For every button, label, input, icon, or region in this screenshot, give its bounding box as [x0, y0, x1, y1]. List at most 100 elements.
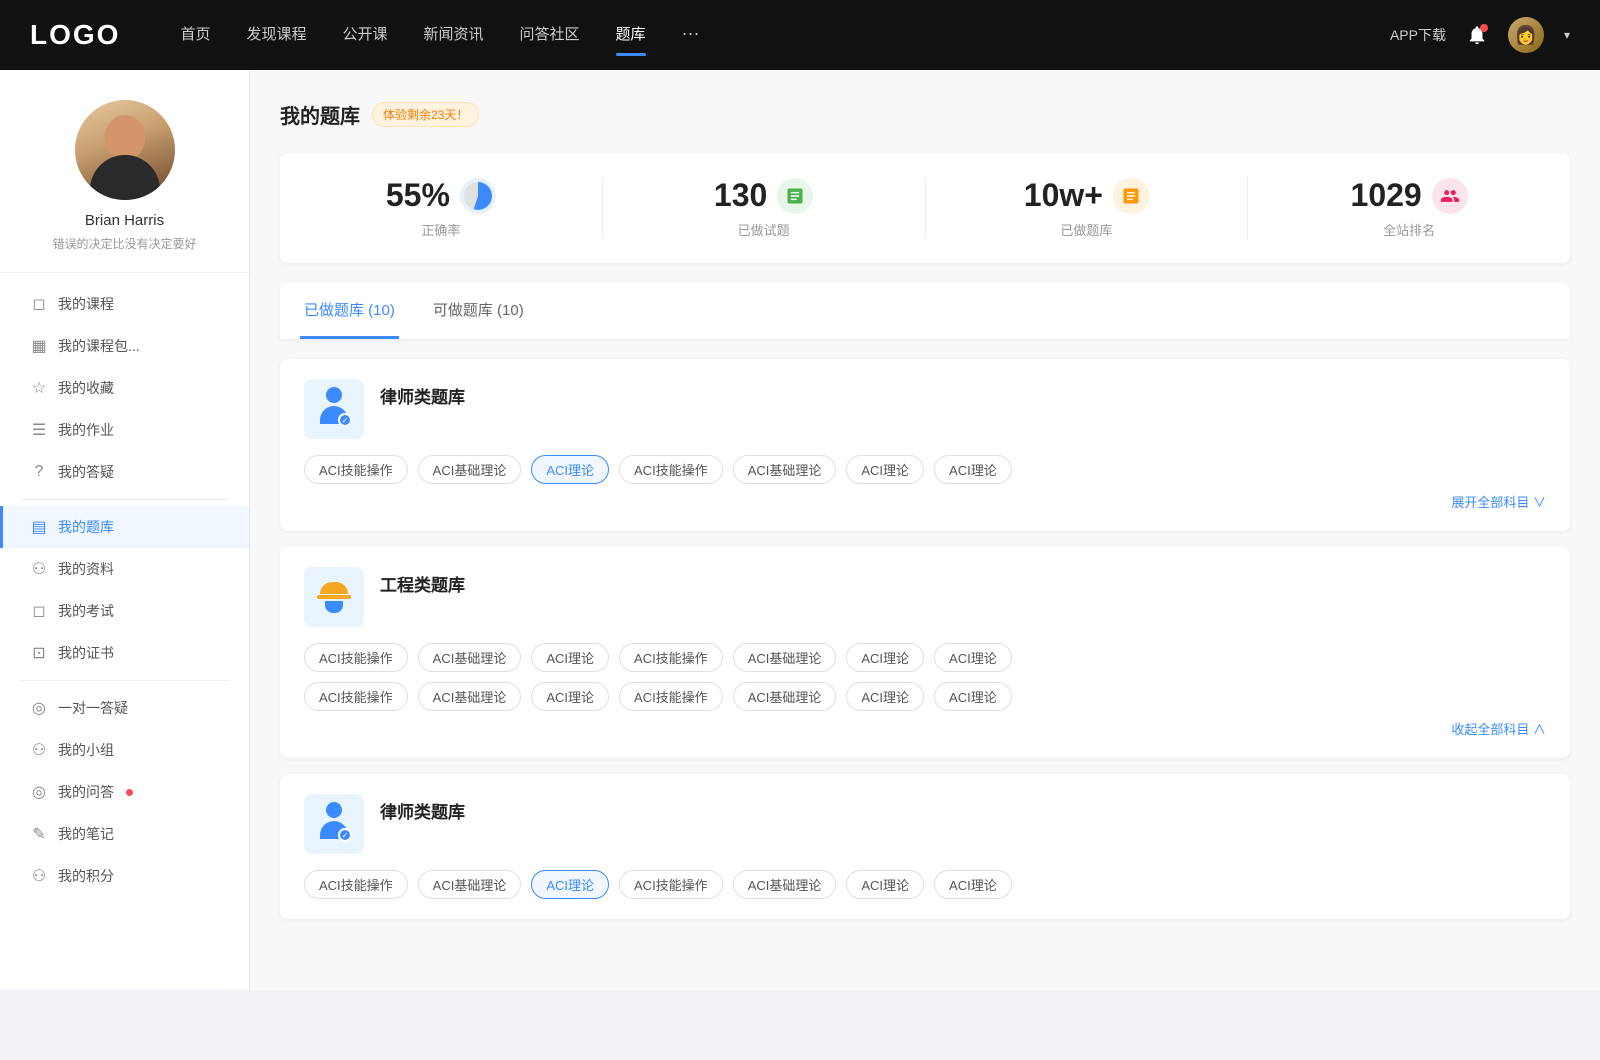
tag-2-11[interactable]: ACI技能操作	[619, 682, 723, 711]
logo: LOGO	[30, 19, 120, 51]
stat-ranking: 1029 全站排名	[1248, 177, 1570, 239]
sidebar-item-exam[interactable]: ◻ 我的考试	[0, 590, 249, 632]
sidebar-item-favorites[interactable]: ☆ 我的收藏	[0, 367, 249, 409]
stat-label-accuracy: 正确率	[300, 220, 582, 239]
tag-2-1[interactable]: ACI技能操作	[304, 643, 408, 672]
tag-1-5[interactable]: ACI基础理论	[733, 455, 837, 484]
lawyer-icon-wrap-1: ✓	[304, 379, 364, 439]
tag-3-6[interactable]: ACI理论	[846, 870, 924, 899]
tag-1-7[interactable]: ACI理论	[934, 455, 1012, 484]
bank-header-1: ✓ 律师类题库	[304, 379, 1546, 439]
main-layout: Brian Harris 错误的决定比没有决定要好 ◻ 我的课程 ▦ 我的课程包…	[0, 70, 1600, 990]
stat-value-ranking: 1029	[1351, 177, 1422, 214]
stat-label-done: 已做试题	[623, 220, 905, 239]
tag-3-3[interactable]: ACI理论	[531, 870, 609, 899]
nav-news[interactable]: 新闻资讯	[424, 23, 484, 48]
tag-2-4[interactable]: ACI技能操作	[619, 643, 723, 672]
exam-icon: ◻	[30, 602, 48, 620]
tag-2-14[interactable]: ACI理论	[934, 682, 1012, 711]
bank-card-lawyer-1: ✓ 律师类题库 ACI技能操作 ACI基础理论 ACI理论 ACI技能操作 AC…	[280, 359, 1570, 531]
tag-2-5[interactable]: ACI基础理论	[733, 643, 837, 672]
notification-dot	[1480, 24, 1488, 32]
user-avatar[interactable]: 👩	[1508, 17, 1544, 53]
sidebar-item-certificate[interactable]: ⊡ 我的证书	[0, 632, 249, 674]
tag-2-9[interactable]: ACI基础理论	[418, 682, 522, 711]
person-head-3	[326, 802, 342, 818]
sidebar-item-groups[interactable]: ⚇ 我的小组	[0, 729, 249, 771]
ranking-icon	[1432, 178, 1468, 214]
nav-question-bank[interactable]: 题库	[616, 23, 646, 48]
stat-accuracy: 55% 正确率	[280, 177, 603, 239]
tag-1-1[interactable]: ACI技能操作	[304, 455, 408, 484]
engineer-icon	[312, 575, 356, 619]
tag-3-1[interactable]: ACI技能操作	[304, 870, 408, 899]
bank-card-lawyer-2: ✓ 律师类题库 ACI技能操作 ACI基础理论 ACI理论 ACI技能操作 AC…	[280, 774, 1570, 919]
notification-bell[interactable]	[1466, 24, 1488, 46]
tag-3-4[interactable]: ACI技能操作	[619, 870, 723, 899]
tag-2-12[interactable]: ACI基础理论	[733, 682, 837, 711]
tag-2-2[interactable]: ACI基础理论	[418, 643, 522, 672]
sidebar-item-my-course[interactable]: ◻ 我的课程	[0, 283, 249, 325]
tag-2-6[interactable]: ACI理论	[846, 643, 924, 672]
nav-open-course[interactable]: 公开课	[342, 23, 387, 48]
tag-2-7[interactable]: ACI理论	[934, 643, 1012, 672]
tag-1-4[interactable]: ACI技能操作	[619, 455, 723, 484]
stat-value-banks: 10w+	[1024, 177, 1103, 214]
bank-header-2: 工程类题库	[304, 567, 1546, 627]
sidebar-item-notes[interactable]: ✎ 我的笔记	[0, 813, 249, 855]
tab-available-banks[interactable]: 可做题库 (10)	[429, 283, 528, 339]
person-badge-3: ✓	[338, 828, 352, 842]
sidebar-item-materials[interactable]: ⚇ 我的资料	[0, 548, 249, 590]
tag-2-10[interactable]: ACI理论	[531, 682, 609, 711]
nav-discover[interactable]: 发现课程	[246, 23, 306, 48]
sidebar-item-points[interactable]: ⚇ 我的积分	[0, 855, 249, 897]
user-name: Brian Harris	[20, 212, 229, 229]
main-content: 我的题库 体验剩余23天！ 55% 正确率 130	[250, 70, 1600, 990]
lawyer-icon-wrap-2: ✓	[304, 794, 364, 854]
nav-home[interactable]: 首页	[180, 23, 210, 48]
menu-divider-1	[20, 499, 229, 500]
stat-done-banks: 10w+ 已做题库	[926, 177, 1249, 239]
sidebar-item-course-pack[interactable]: ▦ 我的课程包...	[0, 325, 249, 367]
sidebar-item-my-qa[interactable]: ◎ 我的问答	[0, 771, 249, 813]
tag-3-7[interactable]: ACI理论	[934, 870, 1012, 899]
notes-icon: ✎	[30, 825, 48, 843]
nav-qa[interactable]: 问答社区	[520, 23, 580, 48]
points-icon: ⚇	[30, 867, 48, 885]
tag-2-3[interactable]: ACI理论	[531, 643, 609, 672]
accuracy-icon	[460, 178, 496, 214]
bank-card-engineer: 工程类题库 ACI技能操作 ACI基础理论 ACI理论 ACI技能操作 ACI基…	[280, 547, 1570, 758]
expand-link-1[interactable]: 展开全部科目 ∨	[304, 492, 1546, 511]
nav-more[interactable]: ···	[682, 23, 700, 48]
pie-chart	[464, 182, 492, 210]
tags-row-lawyer-1: ACI技能操作 ACI基础理论 ACI理论 ACI技能操作 ACI基础理论 AC…	[304, 455, 1546, 484]
user-profile: Brian Harris 错误的决定比没有决定要好	[0, 100, 249, 273]
sidebar: Brian Harris 错误的决定比没有决定要好 ◻ 我的课程 ▦ 我的课程包…	[0, 70, 250, 990]
stat-top-accuracy: 55%	[300, 177, 582, 214]
sidebar-item-one-on-one[interactable]: ◎ 一对一答疑	[0, 687, 249, 729]
sidebar-item-question-bank[interactable]: ▤ 我的题库	[0, 506, 249, 548]
tag-2-13[interactable]: ACI理论	[846, 682, 924, 711]
stat-label-ranking: 全站排名	[1268, 220, 1550, 239]
sidebar-item-homework[interactable]: ☰ 我的作业	[0, 409, 249, 451]
avatar-image	[75, 100, 175, 200]
tag-1-3[interactable]: ACI理论	[531, 455, 609, 484]
user-menu-chevron[interactable]: ▾	[1564, 28, 1570, 42]
tab-done-banks[interactable]: 已做题库 (10)	[300, 283, 399, 339]
star-icon: ☆	[30, 379, 48, 397]
course-pack-icon: ▦	[30, 337, 48, 355]
collapse-link[interactable]: 收起全部科目 ∧	[304, 719, 1546, 738]
person-badge-1: ✓	[338, 413, 352, 427]
tags-row-engineer-2: ACI技能操作 ACI基础理论 ACI理论 ACI技能操作 ACI基础理论 AC…	[304, 682, 1546, 711]
tag-1-6[interactable]: ACI理论	[846, 455, 924, 484]
stat-top-banks: 10w+	[946, 177, 1228, 214]
tag-1-2[interactable]: ACI基础理论	[418, 455, 522, 484]
app-download[interactable]: APP下载	[1390, 25, 1446, 45]
sidebar-item-qa[interactable]: ? 我的答疑	[0, 451, 249, 493]
page-title: 我的题库	[280, 100, 360, 129]
tag-3-2[interactable]: ACI基础理论	[418, 870, 522, 899]
tag-2-8[interactable]: ACI技能操作	[304, 682, 408, 711]
tag-3-5[interactable]: ACI基础理论	[733, 870, 837, 899]
lawyer-icon-1: ✓	[312, 387, 356, 431]
bank-title-lawyer-2: 律师类题库	[380, 794, 465, 823]
